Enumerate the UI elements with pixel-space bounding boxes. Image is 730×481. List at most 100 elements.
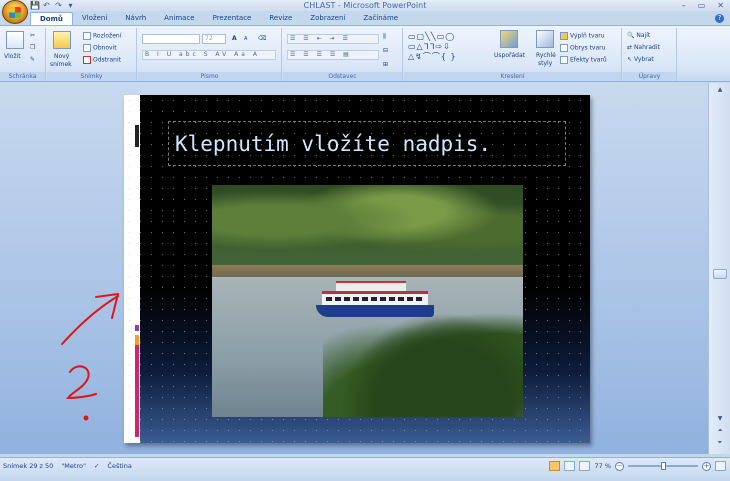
photo-bushes [323, 297, 523, 417]
shape-fill-icon [560, 32, 568, 40]
group-label-editing: Úpravy [623, 72, 676, 81]
format-painter-icon[interactable]: ✎ [30, 56, 35, 64]
slide-sorter-button[interactable] [564, 461, 576, 471]
paste-icon [6, 31, 24, 49]
window-title: CHLAST - Microsoft PowerPoint [303, 1, 427, 10]
boat-photo[interactable] [212, 185, 523, 417]
grow-font-button[interactable]: A [232, 34, 237, 43]
scroll-up-icon[interactable]: ▲ [714, 85, 726, 95]
reset-icon [83, 44, 91, 52]
status-items: Snímek 29 z 50 "Metro" ✓ Čeština [3, 461, 132, 471]
language-indicator[interactable]: Čeština [107, 461, 131, 471]
bullets-row[interactable]: ☰ ☰ ⇤ ⇥ ☰ [287, 34, 379, 44]
slideshow-button[interactable] [579, 461, 591, 471]
next-slide-icon[interactable]: ⏷ [714, 438, 726, 448]
layout-icon [83, 32, 91, 40]
view-zoom-controls: 77 % − + [549, 460, 726, 472]
binoculars-icon: 🔍 [627, 32, 637, 39]
align-text-icon[interactable]: ⊟ [383, 46, 388, 55]
quick-styles-line1[interactable]: Rychlé [536, 52, 556, 60]
scroll-thumb[interactable] [713, 269, 727, 279]
group-editing: 🔍 Najít ⇄ Nahradit ↖ Vybrat Úpravy [623, 28, 677, 81]
font-format-row[interactable]: B I U abc S AV Aa A [142, 50, 276, 60]
window-controls: – ▭ ✕ [682, 0, 724, 11]
clear-formatting-icon[interactable]: ⌫ [258, 34, 266, 43]
tab-navrh[interactable]: Návrh [116, 12, 155, 25]
photo-trees [212, 185, 523, 273]
shape-fill-button[interactable]: Výplň tvaru [560, 32, 605, 41]
group-label-paragraph: Odstavec [283, 72, 402, 81]
minimize-button[interactable]: – [682, 0, 686, 11]
copy-icon[interactable]: ❐ [30, 44, 35, 52]
fit-to-window-button[interactable] [715, 461, 726, 471]
select-button[interactable]: ↖ Vybrat [627, 56, 654, 64]
find-button[interactable]: 🔍 Najít [627, 32, 650, 40]
tab-zaciname[interactable]: Začínáme [354, 12, 407, 25]
quick-styles-icon [536, 30, 554, 48]
cut-icon[interactable]: ✂ [30, 32, 35, 40]
previous-slide-icon[interactable]: ⏶ [714, 426, 726, 436]
shape-effects-button[interactable]: Efekty tvarů [560, 56, 607, 65]
shapes-gallery[interactable]: ▭▢╲╲▭◯ ▭△ᒣᒣ⇨⇩ △↯⌒⌒{ } [408, 32, 488, 62]
new-slide-button-line2[interactable]: snímek [50, 61, 72, 69]
zoom-slider-knob[interactable] [661, 462, 666, 470]
slide-canvas[interactable]: Klepnutím vložíte nadpis. [124, 95, 590, 443]
font-size-combo[interactable]: 72 [202, 34, 226, 44]
tab-vlozeni[interactable]: Vložení [73, 12, 116, 25]
zoom-level[interactable]: 77 % [594, 462, 611, 470]
shape-effects-icon [560, 56, 568, 64]
delete-icon [83, 56, 91, 64]
paste-button[interactable]: Vložit [4, 53, 21, 61]
zoom-slider[interactable] [628, 461, 698, 471]
group-label-font: Písmo [138, 72, 281, 81]
strip-marker-black [135, 125, 139, 147]
photo-riverbank [212, 265, 523, 277]
tab-domu[interactable]: Domů [30, 12, 73, 25]
status-bar: Snímek 29 z 50 "Metro" ✓ Čeština 77 % − … [0, 457, 730, 481]
normal-view-button[interactable] [549, 461, 561, 471]
title-bar: 💾 ↶ ↷ ▾ CHLAST - Microsoft PowerPoint – … [0, 0, 730, 11]
alignment-row[interactable]: ☰ ☰ ☰ ☰ ▤ [287, 50, 379, 60]
ribbon: Vložit ✂ ❐ ✎ Schránka Nový snímek Rozlož… [0, 25, 730, 82]
office-button[interactable] [2, 0, 28, 24]
spellcheck-icon[interactable]: ✓ [94, 461, 99, 471]
replace-button[interactable]: ⇄ Nahradit [627, 44, 660, 52]
title-placeholder[interactable]: Klepnutím vložíte nadpis. [168, 121, 566, 166]
close-button[interactable]: ✕ [717, 0, 724, 11]
zoom-out-icon[interactable]: − [615, 461, 624, 471]
tab-animace[interactable]: Animace [155, 12, 203, 25]
tab-zobrazeni[interactable]: Zobrazení [301, 12, 354, 25]
shrink-font-button[interactable]: A [244, 35, 247, 44]
strip-marker-pink [135, 345, 139, 437]
strip-marker-purple [135, 325, 139, 331]
shape-outline-icon [560, 44, 568, 52]
tab-prezentace[interactable]: Prezentace [204, 12, 261, 25]
help-icon[interactable]: ? [715, 14, 724, 23]
maximize-button[interactable]: ▭ [698, 0, 706, 11]
select-icon: ↖ [627, 56, 634, 63]
group-paragraph: ☰ ☰ ⇤ ⇥ ☰ ☰ ☰ ☰ ☰ ▤ ⫼ ⊟ ⊞ Odstavec [283, 28, 403, 81]
zoom-in-icon[interactable]: + [702, 461, 711, 471]
reset-button[interactable]: Obnovit [83, 44, 117, 53]
vertical-scrollbar[interactable]: ▲ ▼ ⏶ ⏷ [708, 83, 730, 454]
group-label-drawing: Kreslení [404, 72, 621, 81]
slide-counter: Snímek 29 z 50 [3, 462, 54, 470]
ribbon-tabs: Domů Vložení Návrh Animace Prezentace Re… [30, 12, 407, 25]
layout-button[interactable]: Rozložení [83, 32, 121, 41]
delete-button[interactable]: Odstranit [83, 56, 121, 65]
new-slide-button-line1[interactable]: Nový [54, 53, 69, 61]
slide-left-strip [124, 95, 140, 443]
theme-name: "Metro" [61, 462, 86, 470]
office-logo-icon [9, 7, 21, 18]
scroll-down-icon[interactable]: ▼ [714, 414, 726, 424]
arrange-icon [500, 30, 518, 48]
quick-styles-line2[interactable]: styly [538, 60, 552, 68]
new-slide-icon [53, 31, 71, 49]
group-clipboard: Vložit ✂ ❐ ✎ Schránka [0, 28, 46, 81]
shape-outline-button[interactable]: Obrys tvaru [560, 44, 605, 53]
arrange-button[interactable]: Uspořádat [494, 52, 525, 60]
font-name-combo[interactable] [142, 34, 200, 44]
tab-revize[interactable]: Revize [260, 12, 301, 25]
text-direction-icon[interactable]: ⫼ [383, 32, 386, 41]
smartart-icon[interactable]: ⊞ [383, 60, 388, 69]
